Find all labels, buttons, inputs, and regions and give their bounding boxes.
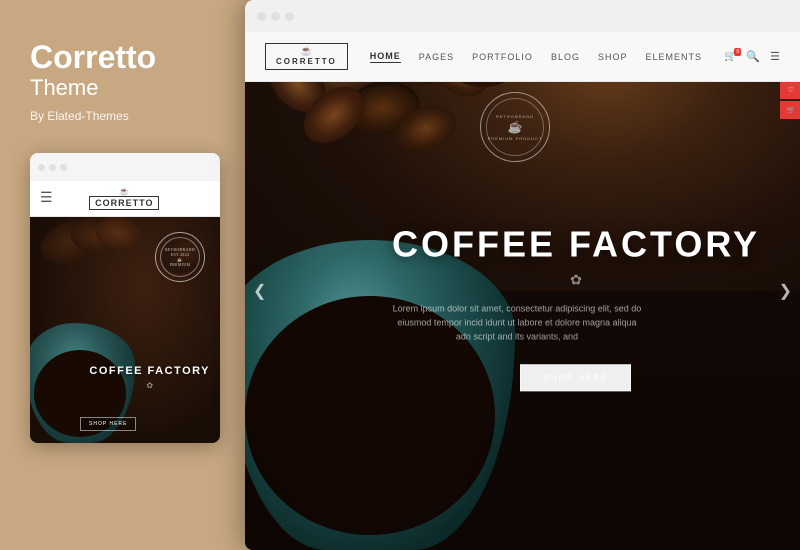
hero-next-arrow[interactable]: ❯ xyxy=(779,281,792,301)
desktop-dot-1 xyxy=(257,12,266,21)
nav-link-pages[interactable]: PAGES xyxy=(419,52,454,62)
nav-link-elements[interactable]: ELEMENTS xyxy=(645,52,702,62)
mobile-top-bar xyxy=(30,153,220,181)
mobile-logo-icon: ☕ xyxy=(119,187,129,196)
mobile-badge: RETROBRANDEST 2024☕PREMIUM xyxy=(155,232,205,282)
nav-link-home[interactable]: HOME xyxy=(370,51,401,63)
hero-cta-button[interactable]: SHOP HERE xyxy=(520,364,631,391)
mobile-logo: ☕ CORRETTO xyxy=(89,187,159,210)
hero-badge: RETROBRAND ☕ PREMIUM PRODUCT xyxy=(480,92,550,162)
mobile-dot-3 xyxy=(60,164,67,171)
hamburger-icon[interactable]: ☰ xyxy=(40,190,53,207)
side-badge-cart[interactable]: 🛒 xyxy=(780,101,800,119)
mobile-dot-1 xyxy=(38,164,45,171)
badge-arc-text-top: RETROBRAND xyxy=(496,114,534,119)
nav-link-portfolio[interactable]: PORTFOLIO xyxy=(472,52,533,62)
mobile-badge-text: RETROBRANDEST 2024☕PREMIUM xyxy=(165,247,195,267)
desktop-nav-links: HOME PAGES PORTFOLIO BLOG SHOP ELEMENTS xyxy=(370,51,702,63)
badge-coffee-icon: ☕ xyxy=(508,120,523,135)
side-badges: ♡ 🛒 xyxy=(780,82,800,119)
mobile-hero: RETROBRANDEST 2024☕PREMIUM COFFEE FACTOR… xyxy=(30,217,220,443)
search-icon[interactable]: 🔍 xyxy=(746,50,760,63)
hero-badge-inner: RETROBRAND ☕ PREMIUM PRODUCT xyxy=(486,98,544,156)
mobile-nav: ☰ ☕ CORRETTO xyxy=(30,181,220,217)
nav-link-blog[interactable]: BLOG xyxy=(551,52,580,62)
desktop-preview: ☕ CORRETTO HOME PAGES PORTFOLIO BLOG SHO… xyxy=(245,0,800,550)
hero-description: Lorem ipsum dolor sit amet, consectetur … xyxy=(392,301,642,344)
mobile-ornament: ✿ xyxy=(89,381,210,390)
mobile-cta-button[interactable]: SHOP HERE xyxy=(80,417,136,431)
badge-arc-text-bottom: PREMIUM PRODUCT xyxy=(488,136,543,141)
mobile-logo-text: CORRETTO xyxy=(89,196,159,210)
hero-content: COFFEE FACTORY ✿ Lorem ipsum dolor sit a… xyxy=(392,224,760,391)
theme-by: By Elated-Themes xyxy=(30,109,129,123)
theme-title: Corretto xyxy=(30,40,156,75)
desktop-logo-text: CORRETTO xyxy=(276,57,337,66)
hero-ornament: ✿ xyxy=(392,272,760,289)
desktop-logo-icon: ☕ xyxy=(300,47,312,57)
desktop-logo: ☕ CORRETTO xyxy=(265,43,348,70)
theme-subtitle: Theme xyxy=(30,75,98,101)
mobile-dot-2 xyxy=(49,164,56,171)
desktop-nav-icons: 🛒0 🔍 ☰ xyxy=(724,50,780,63)
mobile-preview: ☰ ☕ CORRETTO RETROBRANDEST 2024☕PREMIUM xyxy=(30,153,220,443)
menu-icon[interactable]: ☰ xyxy=(770,50,780,63)
nav-link-shop[interactable]: SHOP xyxy=(598,52,628,62)
right-panel: ☕ CORRETTO HOME PAGES PORTFOLIO BLOG SHO… xyxy=(245,0,800,550)
desktop-nav: ☕ CORRETTO HOME PAGES PORTFOLIO BLOG SHO… xyxy=(245,32,800,82)
side-badge-wishlist[interactable]: ♡ xyxy=(780,82,800,99)
cart-icon[interactable]: 🛒0 xyxy=(724,51,736,62)
desktop-dot-2 xyxy=(271,12,280,21)
hero-prev-arrow[interactable]: ❮ xyxy=(253,281,266,301)
left-panel: Corretto Theme By Elated-Themes ☰ ☕ CORR… xyxy=(0,0,245,550)
desktop-browser-content: ☕ CORRETTO HOME PAGES PORTFOLIO BLOG SHO… xyxy=(245,32,800,550)
desktop-top-bar xyxy=(245,0,800,32)
mobile-hero-heading: COFFEE FACTORY xyxy=(89,364,210,378)
desktop-dot-3 xyxy=(285,12,294,21)
mobile-badge-inner: RETROBRANDEST 2024☕PREMIUM xyxy=(160,237,200,277)
hero-title: COFFEE FACTORY xyxy=(392,224,760,264)
mobile-hero-content: COFFEE FACTORY ✿ xyxy=(89,364,210,393)
